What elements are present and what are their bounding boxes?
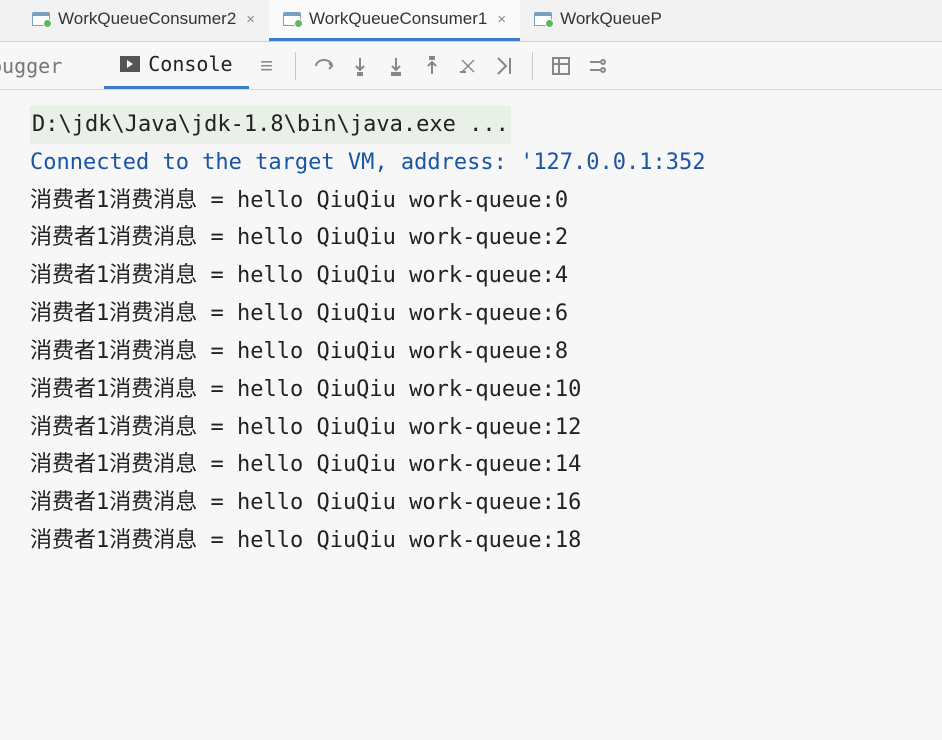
- tab-label: WorkQueueP: [560, 9, 662, 29]
- tab-label: WorkQueueConsumer1: [309, 9, 487, 29]
- tab-producer[interactable]: WorkQueueP: [520, 0, 676, 41]
- threads-icon[interactable]: [255, 54, 279, 78]
- step-out-icon[interactable]: [420, 54, 444, 78]
- output-line: 消费者1消费消息 = hello QiuQiu work-queue:2: [30, 219, 942, 257]
- connected-line: Connected to the target VM, address: '12…: [30, 144, 942, 182]
- debugger-label: bugger: [0, 54, 74, 78]
- output-line: 消费者1消费消息 = hello QiuQiu work-queue:14: [30, 446, 942, 484]
- drop-frame-icon[interactable]: [456, 54, 480, 78]
- output-line: 消费者1消费消息 = hello QiuQiu work-queue:0: [30, 182, 942, 220]
- debug-toolbar: bugger Console: [0, 42, 942, 90]
- command-line: D:\jdk\Java\jdk-1.8\bin\java.exe ...: [30, 106, 511, 144]
- output-line: 消费者1消费消息 = hello QiuQiu work-queue:10: [30, 371, 942, 409]
- java-class-icon: [534, 12, 552, 26]
- console-tab-label: Console: [148, 52, 232, 76]
- run-to-cursor-icon[interactable]: [492, 54, 516, 78]
- java-class-icon: [32, 12, 50, 26]
- close-icon[interactable]: ×: [497, 11, 506, 28]
- console-tab[interactable]: Console: [104, 42, 248, 89]
- output-line: 消费者1消费消息 = hello QiuQiu work-queue:8: [30, 333, 942, 371]
- output-line: 消费者1消费消息 = hello QiuQiu work-queue:16: [30, 484, 942, 522]
- tab-consumer1[interactable]: WorkQueueConsumer1 ×: [269, 0, 520, 41]
- close-icon[interactable]: ×: [246, 11, 255, 28]
- console-output[interactable]: D:\jdk\Java\jdk-1.8\bin\java.exe ... Con…: [0, 90, 942, 560]
- output-line: 消费者1消费消息 = hello QiuQiu work-queue:12: [30, 409, 942, 447]
- separator: [295, 52, 296, 80]
- output-line: 消费者1消费消息 = hello QiuQiu work-queue:4: [30, 257, 942, 295]
- separator: [532, 52, 533, 80]
- force-step-into-icon[interactable]: [384, 54, 408, 78]
- output-line: 消费者1消费消息 = hello QiuQiu work-queue:18: [30, 522, 942, 560]
- step-over-icon[interactable]: [312, 54, 336, 78]
- java-class-icon: [283, 12, 301, 26]
- evaluate-icon[interactable]: [549, 54, 573, 78]
- step-into-icon[interactable]: [348, 54, 372, 78]
- tab-consumer2[interactable]: WorkQueueConsumer2 ×: [18, 0, 269, 41]
- tab-label: WorkQueueConsumer2: [58, 9, 236, 29]
- settings-icon[interactable]: [585, 54, 609, 78]
- console-icon: [120, 56, 140, 72]
- output-line: 消费者1消费消息 = hello QiuQiu work-queue:6: [30, 295, 942, 333]
- editor-tab-bar: WorkQueueConsumer2 × WorkQueueConsumer1 …: [0, 0, 942, 42]
